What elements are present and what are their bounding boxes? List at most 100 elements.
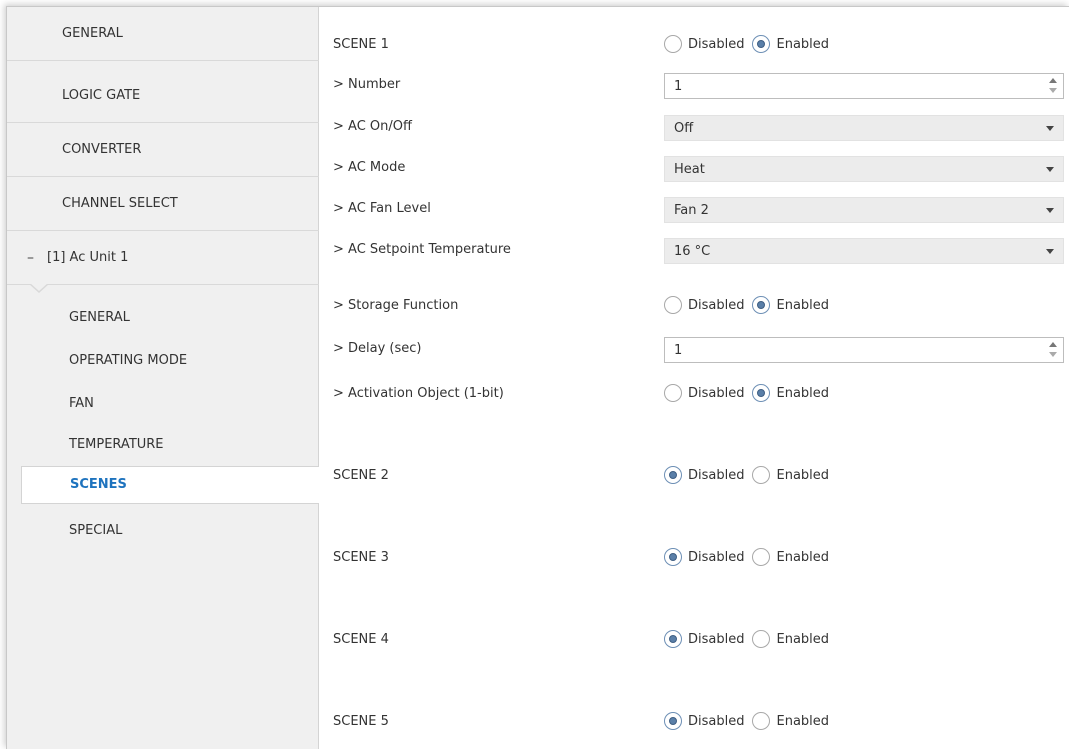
activation-enabled-radio[interactable]: Enabled — [752, 384, 829, 402]
radio-label: Disabled — [688, 713, 745, 729]
sidebar-subitem-temperature[interactable]: TEMPERATURE — [69, 437, 164, 457]
collapse-icon[interactable]: – — [27, 250, 34, 266]
sidebar-subitem-label: TEMPERATURE — [69, 437, 164, 452]
sidebar-item-label: CHANNEL SELECT — [62, 196, 178, 211]
selection-notch-inner — [30, 283, 48, 291]
spinner-down-icon[interactable] — [1049, 352, 1057, 357]
radio-circle-selected — [752, 296, 771, 314]
ac-setpoint-value: 16 °C — [674, 244, 711, 259]
ac-setpoint-label: > AC Setpoint Temperature — [333, 242, 511, 257]
radio-circle — [752, 630, 771, 648]
ac-mode-row: > AC Mode Heat — [319, 152, 1069, 186]
storage-radio-group: Disabled Enabled — [664, 296, 837, 314]
scene-2-enabled-radio[interactable]: Enabled — [752, 466, 829, 484]
chevron-down-icon — [1046, 167, 1054, 172]
scene-2-row: SCENE 2 Disabled Enabled — [319, 460, 1069, 494]
radio-label: Enabled — [776, 385, 830, 401]
storage-row: > Storage Function Disabled Enabled — [319, 290, 1069, 324]
spinner-icon[interactable] — [1049, 341, 1057, 359]
storage-label: > Storage Function — [333, 298, 459, 313]
delay-label: > Delay (sec) — [333, 341, 422, 356]
number-value: 1 — [674, 79, 683, 94]
radio-circle-selected — [664, 630, 682, 648]
sidebar-subitem-special[interactable]: SPECIAL — [69, 523, 122, 543]
scene-4-row: SCENE 4 Disabled Enabled — [319, 624, 1069, 658]
chevron-down-icon — [1046, 208, 1054, 213]
ac-onoff-row: > AC On/Off Off — [319, 111, 1069, 145]
spinner-up-icon[interactable] — [1049, 78, 1057, 83]
spinner-up-icon[interactable] — [1049, 342, 1057, 347]
delay-spinbox[interactable]: 1 — [664, 337, 1064, 363]
spinner-icon[interactable] — [1049, 77, 1057, 95]
delay-row: > Delay (sec) 1 — [319, 333, 1069, 367]
sidebar-item-channel-select[interactable]: CHANNEL SELECT — [7, 177, 319, 231]
ac-fan-select[interactable]: Fan 2 — [664, 197, 1064, 223]
sidebar-group-ac-unit[interactable]: – [1] Ac Unit 1 — [7, 231, 319, 285]
radio-circle — [752, 548, 771, 566]
scene-4-radio-group: Disabled Enabled — [664, 630, 837, 648]
sidebar-item-label: GENERAL — [62, 26, 123, 41]
radio-label: Disabled — [688, 549, 745, 565]
spinner-down-icon[interactable] — [1049, 88, 1057, 93]
sidebar-item-converter[interactable]: CONVERTER — [7, 123, 319, 177]
storage-enabled-radio[interactable]: Enabled — [752, 296, 829, 314]
scene-2-radio-group: Disabled Enabled — [664, 466, 837, 484]
ac-onoff-label: > AC On/Off — [333, 119, 412, 134]
radio-circle — [664, 35, 682, 53]
storage-disabled-radio[interactable]: Disabled — [664, 296, 744, 314]
ac-setpoint-select[interactable]: 16 °C — [664, 238, 1064, 264]
ac-onoff-select[interactable]: Off — [664, 115, 1064, 141]
scene-1-enabled-radio[interactable]: Enabled — [752, 35, 829, 53]
chevron-down-icon — [1046, 249, 1054, 254]
scene-4-enabled-radio[interactable]: Enabled — [752, 630, 829, 648]
ac-mode-select[interactable]: Heat — [664, 156, 1064, 182]
delay-value: 1 — [674, 343, 683, 358]
scene-3-enabled-radio[interactable]: Enabled — [752, 548, 829, 566]
radio-circle — [664, 384, 682, 402]
scene-2-disabled-radio[interactable]: Disabled — [664, 466, 744, 484]
radio-label: Disabled — [688, 385, 745, 401]
ac-fan-label: > AC Fan Level — [333, 201, 431, 216]
chevron-down-icon — [1046, 126, 1054, 131]
number-spinbox[interactable]: 1 — [664, 73, 1064, 99]
scene-3-disabled-radio[interactable]: Disabled — [664, 548, 744, 566]
sidebar-subitem-general[interactable]: GENERAL — [69, 310, 130, 330]
ac-onoff-value: Off — [674, 121, 694, 136]
radio-label: Enabled — [776, 467, 830, 483]
sidebar-subitem-label: GENERAL — [69, 310, 130, 325]
radio-label: Disabled — [688, 36, 745, 52]
scene-5-disabled-radio[interactable]: Disabled — [664, 712, 744, 730]
radio-label: Enabled — [776, 631, 830, 647]
sidebar-subitem-scenes[interactable]: SCENES — [21, 466, 320, 504]
scene-5-label: SCENE 5 — [333, 714, 389, 729]
radio-label: Disabled — [688, 467, 745, 483]
ac-mode-value: Heat — [674, 162, 705, 177]
sidebar-item-general[interactable]: GENERAL — [7, 7, 319, 61]
scene-1-row: SCENE 1 Disabled Enabled — [319, 29, 1069, 63]
scene-1-radio-group: Disabled Enabled — [664, 35, 837, 53]
sidebar-subitem-label: SPECIAL — [69, 523, 123, 538]
window-frame: GENERAL LOGIC GATE CONVERTER CHANNEL SEL… — [6, 6, 1069, 749]
scene-1-disabled-radio[interactable]: Disabled — [664, 35, 744, 53]
scene-4-label: SCENE 4 — [333, 632, 389, 647]
scene-2-label: SCENE 2 — [333, 468, 389, 483]
sidebar-subitem-fan[interactable]: FAN — [69, 396, 94, 416]
ac-mode-label: > AC Mode — [333, 160, 406, 175]
scene-5-enabled-radio[interactable]: Enabled — [752, 712, 829, 730]
radio-label: Disabled — [688, 631, 745, 647]
scene-1-label: SCENE 1 — [333, 37, 389, 52]
activation-disabled-radio[interactable]: Disabled — [664, 384, 744, 402]
number-label: > Number — [333, 77, 401, 92]
ac-setpoint-row: > AC Setpoint Temperature 16 °C — [319, 234, 1069, 268]
scene-3-label: SCENE 3 — [333, 550, 389, 565]
sidebar-subitem-label: OPERATING MODE — [69, 353, 188, 368]
sidebar-subitem-label: SCENES — [70, 477, 127, 492]
scene-4-disabled-radio[interactable]: Disabled — [664, 630, 744, 648]
sidebar-subitem-operating-mode[interactable]: OPERATING MODE — [69, 353, 187, 373]
sidebar-item-logic-gate[interactable]: LOGIC GATE — [7, 69, 319, 123]
number-row: > Number 1 — [319, 69, 1069, 103]
radio-label: Enabled — [776, 36, 830, 52]
activation-radio-group: Disabled Enabled — [664, 384, 837, 402]
radio-label: Disabled — [688, 297, 745, 313]
activation-label: > Activation Object (1-bit) — [333, 386, 504, 401]
